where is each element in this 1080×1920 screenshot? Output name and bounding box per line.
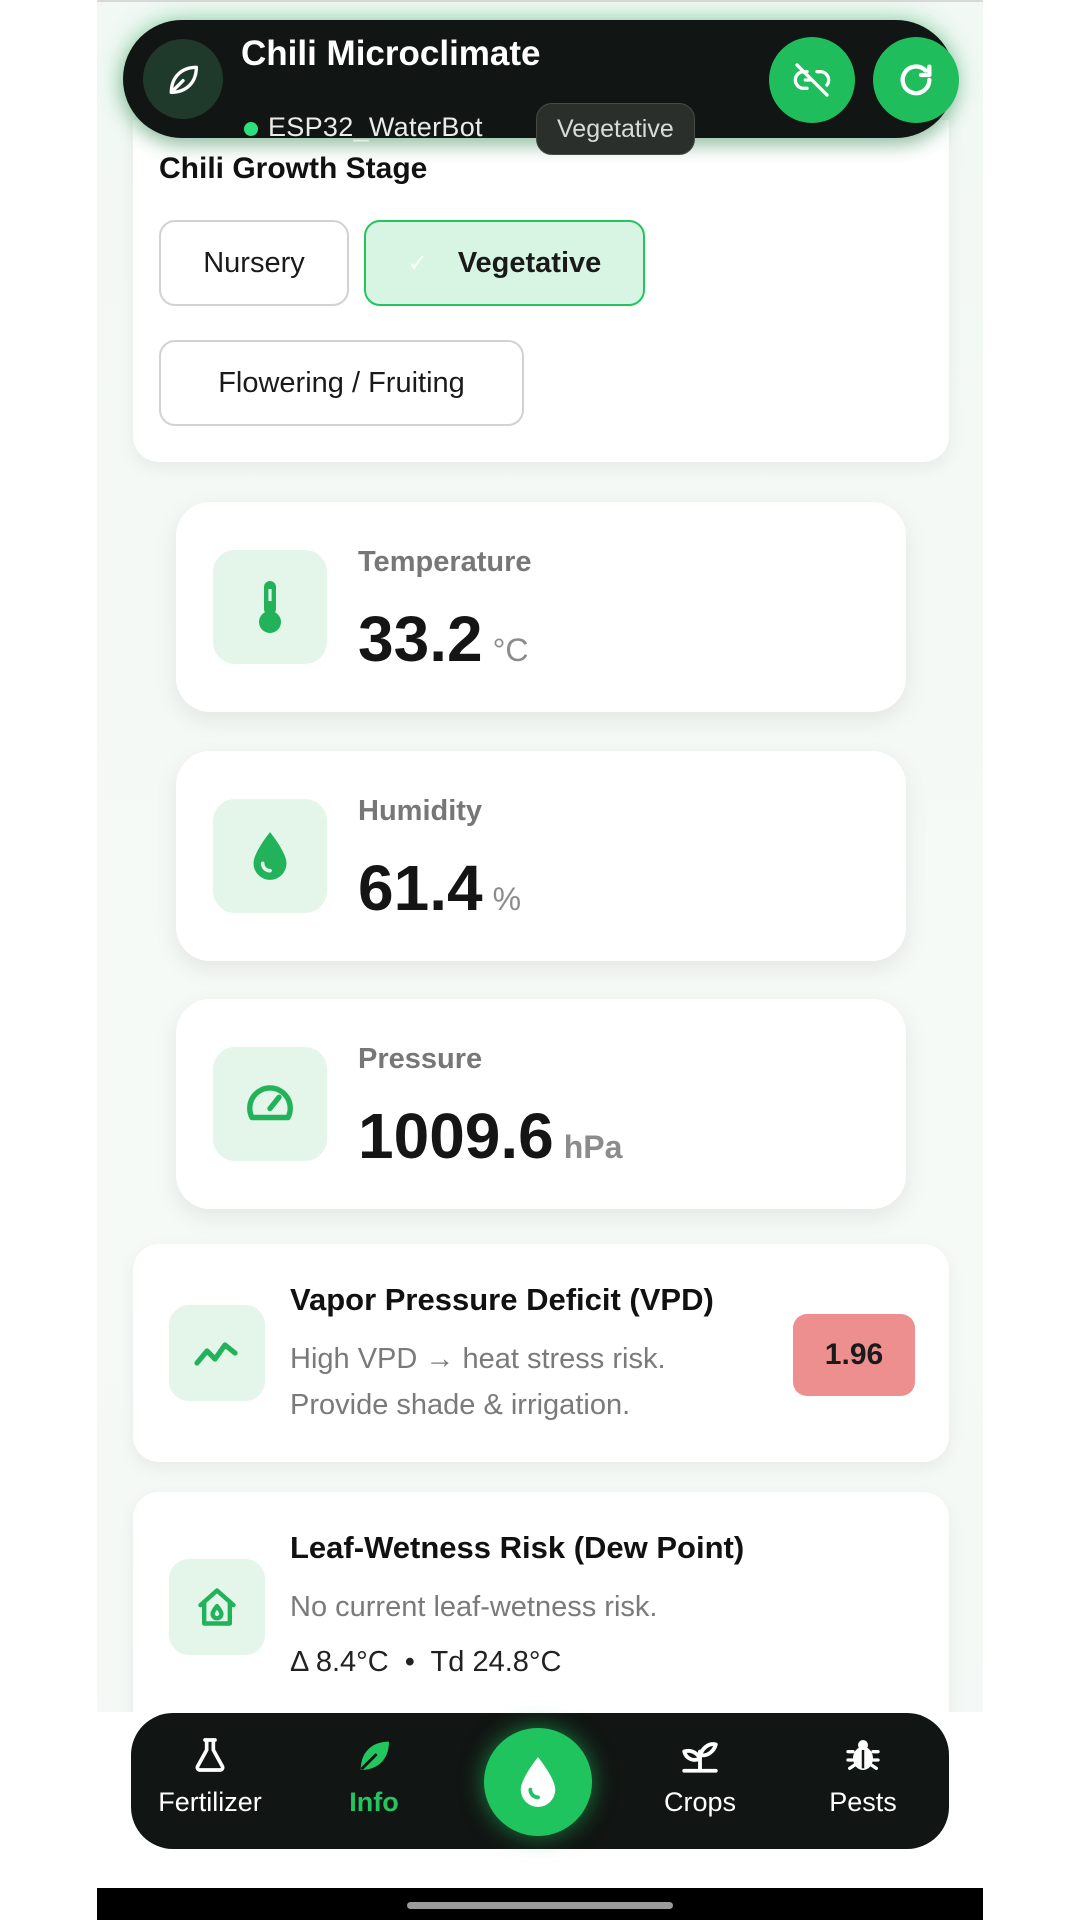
pressure-unit: hPa [563,1129,623,1165]
humidity-unit: % [492,881,522,917]
app-title: Chili Microclimate [241,34,541,73]
disconnect-button[interactable] [769,37,855,123]
stage-option-nursery[interactable]: Nursery [159,220,349,306]
water-drop-icon [520,1757,556,1807]
unlink-icon [793,63,831,97]
system-nav-bar [97,1888,983,1920]
refresh-button[interactable] [873,37,959,123]
home-indicator[interactable] [407,1902,673,1909]
vpd-advice-line2: Provide shade & irrigation. [290,1389,631,1421]
flask-icon [195,1738,225,1772]
connection-status-dot [244,122,258,136]
growth-stage-title: Chili Growth Stage [159,152,428,185]
nav-label: Crops [663,1787,737,1817]
refresh-icon [900,64,932,96]
vpd-title: Vapor Pressure Deficit (VPD) [290,1282,714,1317]
pressure-label: Pressure [358,1043,483,1075]
nav-item-pests[interactable]: Pests [793,1735,933,1835]
thermometer-icon [213,550,327,664]
humidity-value-row: 61.4% [358,851,521,925]
temperature-value-row: 33.2 °C [358,602,528,676]
vpd-card: Vapor Pressure Deficit (VPD) High VPD → … [133,1244,949,1462]
sprout-icon [682,1742,718,1773]
temperature-label: Temperature [358,546,532,578]
pressure-value-row: 1009.6 hPa [358,1099,622,1173]
leaf-icon [360,1741,389,1770]
vpd-value-badge: 1.96 [793,1314,915,1396]
stage-option-flowering[interactable]: Flowering / Fruiting [159,340,524,426]
temperature-value: 33.2 [358,603,483,675]
device-name: ESP32_WaterBot [268,112,483,142]
bug-icon [846,1740,880,1770]
nav-item-crops[interactable]: Crops [630,1735,770,1835]
temperature-card: Temperature 33.2 °C [176,502,906,712]
bottom-nav: Fertilizer Info Crops Pests [131,1713,949,1849]
pressure-value: 1009.6 [358,1100,554,1172]
stage-chip: Vegetative [536,103,695,155]
nav-item-fertilizer[interactable]: Fertilizer [140,1735,280,1835]
nav-label: Fertilizer [158,1787,262,1817]
app-screen: Chili Growth Stage Nursery ✓ Vegetative … [97,0,983,1920]
humidity-label: Humidity [358,795,483,827]
nav-item-info[interactable]: Info [304,1735,444,1835]
pressure-card: Pressure 1009.6 hPa [176,999,906,1209]
stage-option-vegetative[interactable]: ✓ Vegetative [364,220,645,306]
stage-option-label: Flowering / Fruiting [218,366,465,399]
dew-point-delta: Δ 8.4°C • Td 24.8°C [290,1646,562,1678]
check-icon: ✓ [407,249,428,277]
top-divider [97,0,983,2]
growth-stage-card: Chili Growth Stage Nursery ✓ Vegetative … [133,120,949,462]
nav-label: Info [349,1787,399,1817]
leaf-wetness-title: Leaf-Wetness Risk (Dew Point) [290,1530,745,1565]
house-icon [169,1559,265,1655]
leaf-wetness-description: No current leaf-wetness risk. [290,1591,658,1623]
droplet-icon [213,799,327,913]
vpd-advice-line1: High VPD → heat stress risk. [290,1343,666,1375]
gauge-icon [213,1047,327,1161]
leaf-icon [143,39,223,119]
stage-option-label: Nursery [203,246,305,279]
app-header: Chili Microclimate ESP32_WaterBot Vegeta… [123,20,959,155]
leaf-wetness-card: Leaf-Wetness Risk (Dew Point) No current… [133,1492,949,1742]
temperature-unit: °C [492,632,529,668]
nav-label: Pests [829,1787,897,1817]
humidity-value: 61.4 [358,852,483,924]
humidity-card: Humidity 61.4% [176,751,906,961]
stage-option-label: Vegetative [457,246,602,279]
trend-icon [169,1305,265,1401]
water-action-button[interactable] [484,1728,592,1836]
